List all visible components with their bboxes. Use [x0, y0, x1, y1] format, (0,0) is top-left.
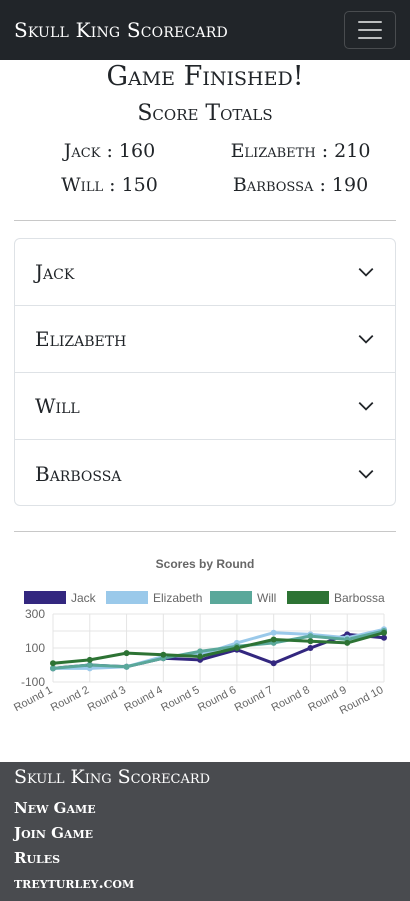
footer: Skull King Scorecard New Game Join Game …: [0, 762, 410, 901]
x-tick-label: Round 7: [233, 684, 275, 714]
total-barbossa: Barbossa : 190: [232, 174, 369, 196]
total-will: Will : 150: [61, 174, 158, 196]
data-point-barbossa: [307, 638, 314, 645]
accordion-item-elizabeth[interactable]: Elizabeth: [15, 306, 395, 373]
accordion-item-jack[interactable]: Jack: [15, 239, 395, 306]
player-accordion: Jack Elizabeth Will Barbossa: [14, 238, 396, 506]
accordion-item-will[interactable]: Will: [15, 373, 395, 440]
x-tick-label: Round 6: [196, 684, 238, 714]
legend-swatch-barbossa: [287, 591, 329, 604]
chevron-down-icon: [358, 469, 374, 479]
data-point-barbossa: [233, 645, 240, 651]
x-tick-label: Round 4: [122, 684, 164, 714]
score-totals: Jack : 160 Elizabeth : 210 Will : 150 Ba…: [14, 138, 396, 198]
data-point-barbossa: [270, 636, 277, 643]
legend-label-jack: Jack: [71, 591, 97, 605]
data-point-barbossa: [86, 656, 93, 663]
footer-title: Skull King Scorecard: [14, 766, 211, 788]
total-jack: Jack : 160: [63, 140, 156, 162]
scores-by-round-chart: Scores by Round Jack Elizabeth Will Barbossa…: [12, 557, 387, 717]
data-point-barbossa: [123, 650, 130, 657]
footer-link-new-game[interactable]: New Game: [14, 796, 396, 821]
hamburger-icon-bar: [358, 21, 382, 23]
data-point-will: [50, 665, 56, 672]
accordion-label: Jack: [35, 260, 75, 284]
accordion-item-barbossa[interactable]: Barbossa: [15, 440, 395, 505]
hamburger-icon-bar: [358, 29, 382, 31]
legend-label-elizabeth: Elizabeth: [153, 591, 202, 605]
data-point-barbossa: [381, 629, 387, 636]
data-point-barbossa: [160, 651, 167, 658]
footer-link-rules[interactable]: Rules: [14, 846, 396, 871]
footer-link-join-game[interactable]: Join Game: [14, 821, 396, 846]
data-point-jack: [307, 645, 314, 651]
accordion-label: Will: [35, 394, 80, 418]
accordion-label: Barbossa: [35, 461, 122, 486]
data-point-will: [86, 662, 93, 668]
legend-swatch-will: [210, 591, 252, 604]
data-point-will: [307, 633, 314, 640]
chevron-down-icon: [358, 334, 374, 344]
data-point-jack: [270, 660, 277, 667]
hamburger-icon-bar: [358, 37, 382, 39]
chevron-down-icon: [358, 267, 374, 277]
page-title: Game Finished!: [106, 61, 304, 92]
divider: [14, 220, 396, 221]
y-tick-label: 100: [25, 641, 45, 655]
total-elizabeth: Elizabeth : 210: [230, 140, 371, 162]
legend-label-barbossa: Barbossa: [334, 591, 385, 605]
data-point-barbossa: [50, 660, 56, 667]
chevron-down-icon: [358, 401, 374, 411]
navbar: Skull King Scorecard: [0, 0, 410, 60]
accordion-label: Elizabeth: [35, 327, 127, 351]
data-point-jack: [381, 634, 387, 641]
x-tick-label: Round 5: [159, 684, 201, 714]
navbar-brand[interactable]: Skull King Scorecard: [14, 18, 228, 42]
menu-toggle-button[interactable]: [344, 11, 396, 49]
data-point-elizabeth: [270, 629, 277, 636]
x-tick-label: Round 2: [49, 684, 91, 714]
data-point-barbossa: [197, 653, 204, 660]
x-tick-label: Round 8: [269, 684, 311, 714]
chart-title: Scores by Round: [156, 557, 255, 571]
score-totals-heading: Score Totals: [137, 101, 273, 126]
legend-swatch-jack: [24, 591, 66, 604]
footer-link-website[interactable]: treyturley.com: [14, 871, 396, 896]
x-tick-label: Round 3: [86, 684, 128, 714]
data-point-barbossa: [344, 639, 351, 646]
data-point-will: [123, 663, 130, 670]
divider: [14, 531, 396, 532]
legend-label-will: Will: [257, 591, 276, 605]
legend-swatch-elizabeth: [106, 591, 148, 604]
y-tick-label: 300: [25, 607, 45, 621]
